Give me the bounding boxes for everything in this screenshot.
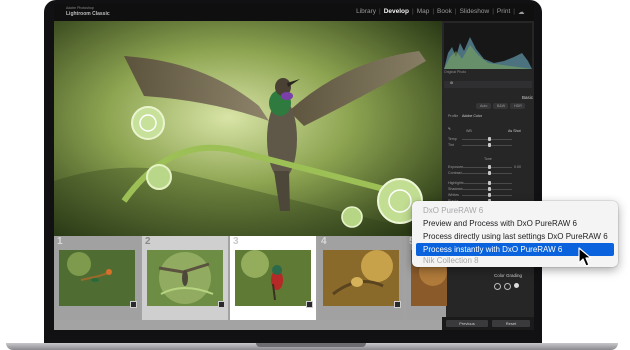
highlights-slider[interactable]: Highlights bbox=[448, 181, 528, 186]
main-photo-hummingbird bbox=[54, 21, 442, 236]
wb-label: WB bbox=[466, 129, 472, 133]
whites-slider[interactable]: Whites bbox=[448, 193, 528, 198]
edited-badge-icon bbox=[130, 301, 137, 308]
module-develop[interactable]: Develop bbox=[382, 8, 410, 16]
module-print[interactable]: Print bbox=[495, 8, 511, 16]
app-title: Lightroom Classic bbox=[66, 11, 110, 17]
previous-button[interactable]: Previous bbox=[446, 320, 488, 327]
crop-tool-icon[interactable]: ⚙ bbox=[450, 81, 453, 85]
filmstrip-cell-selected[interactable]: 2 bbox=[142, 236, 228, 320]
edited-badge-icon bbox=[306, 301, 313, 308]
thumbnail-hummingbird-flight bbox=[59, 250, 135, 306]
thumbnail-hummingbird-branch bbox=[147, 250, 223, 306]
mouse-pointer-icon bbox=[578, 247, 592, 267]
module-library[interactable]: Library bbox=[355, 8, 378, 16]
profile-value[interactable]: Adobe Color bbox=[462, 114, 482, 118]
filmstrip: 1 2 3 4 5 bbox=[54, 236, 447, 330]
color-grading-header[interactable]: Color Grading bbox=[494, 273, 522, 278]
cell-number: 3 bbox=[233, 236, 239, 247]
color-grading-wheels[interactable] bbox=[494, 283, 519, 290]
menu-item-dxo-header: DxO PureRAW 6 bbox=[423, 206, 484, 215]
profile-label: Profile bbox=[448, 114, 459, 118]
filmstrip-cell[interactable]: 1 bbox=[54, 236, 140, 320]
menu-item-process-last-settings[interactable]: Process directly using last settings DxO… bbox=[416, 230, 614, 243]
laptop-base-notch bbox=[256, 343, 366, 347]
module-slideshow[interactable]: Slideshow bbox=[458, 8, 491, 16]
edited-badge-icon bbox=[394, 301, 401, 308]
app-subtitle: Adobe Photoshop bbox=[66, 6, 94, 10]
temp-slider[interactable]: Temp bbox=[448, 137, 528, 142]
wb-value[interactable]: As Shot bbox=[508, 129, 521, 133]
reset-button[interactable]: Reset bbox=[492, 320, 530, 327]
edited-badge-icon bbox=[218, 301, 225, 308]
histogram-label: Original Photo bbox=[444, 70, 467, 74]
treatment-auto-label: Auto bbox=[480, 104, 488, 108]
treatment-bw-label: B&W bbox=[497, 104, 506, 108]
tone-header: Tone bbox=[484, 157, 492, 161]
treatment-hdr-label: HDR bbox=[514, 104, 522, 108]
lightroom-window: Adobe Photoshop Lightroom Classic Librar… bbox=[54, 4, 534, 330]
cell-number: 4 bbox=[321, 236, 327, 247]
filmstrip-cell[interactable]: 3 bbox=[230, 236, 316, 320]
cell-number: 1 bbox=[57, 236, 63, 247]
filmstrip-cell[interactable]: 4 bbox=[318, 236, 404, 320]
shadows-slider[interactable]: Shadows bbox=[448, 187, 528, 192]
cloud-icon[interactable]: ☁ bbox=[517, 8, 527, 16]
cell-number: 2 bbox=[145, 236, 151, 247]
tool-strip bbox=[444, 81, 532, 88]
develop-right-panel: Original Photo ⚙ Basic Auto B&W HDR Prof… bbox=[442, 21, 534, 330]
module-bar: Adobe Photoshop Lightroom Classic Librar… bbox=[54, 4, 534, 21]
exposure-value: 0.00 bbox=[514, 165, 521, 169]
thumbnail-trogon bbox=[235, 250, 311, 306]
module-picker: Library | Develop | Map | Book | Slideshow | … bbox=[355, 8, 527, 16]
develop-bottom-bar: Previous Reset bbox=[442, 317, 534, 330]
module-map[interactable]: Map bbox=[415, 8, 431, 16]
contrast-slider[interactable]: Contrast bbox=[448, 171, 528, 176]
menu-item-preview-process[interactable]: Preview and Process with DxO PureRAW 6 bbox=[416, 217, 614, 230]
histogram bbox=[444, 23, 532, 69]
tint-slider[interactable]: Tint bbox=[448, 143, 528, 148]
basic-panel-header[interactable]: Basic bbox=[522, 95, 533, 100]
module-book[interactable]: Book bbox=[436, 8, 454, 16]
eyedropper-icon[interactable]: ✎ bbox=[448, 127, 451, 131]
thumbnail-bird-autumn bbox=[323, 250, 399, 306]
